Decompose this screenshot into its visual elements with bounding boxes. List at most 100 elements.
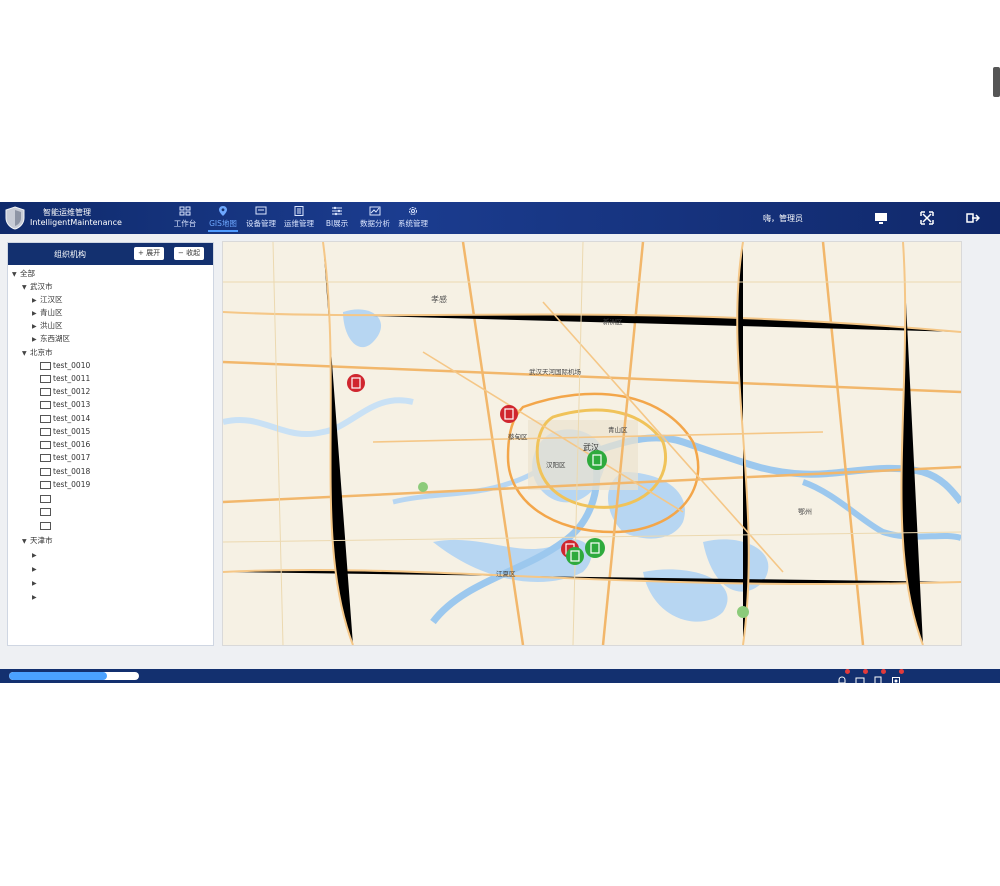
tree-node-device[interactable]: test_0019 xyxy=(40,479,90,491)
normal-device-marker[interactable] xyxy=(566,547,584,565)
tree-node-label: test_0018 xyxy=(53,467,91,476)
logout-icon[interactable] xyxy=(966,211,980,225)
tree-node-label: test_0013 xyxy=(53,400,91,409)
caret-right-icon: ▶ xyxy=(32,566,37,573)
tree-node-label: 武汉市 xyxy=(30,282,53,291)
collapse-all-label: 收起 xyxy=(186,249,201,257)
map-label-airport: 武汉天河国际机场 xyxy=(529,367,582,376)
map-label-xinzhou: 新洲区 xyxy=(603,317,623,326)
device-icon xyxy=(255,206,267,215)
tree-node-device[interactable]: test_0012 xyxy=(40,386,90,398)
app-name-cn: 智能运维管理 xyxy=(43,208,91,217)
nav-device-management[interactable]: 设备管理 xyxy=(242,202,280,234)
fullscreen-icon[interactable] xyxy=(920,211,934,225)
tree-node-device[interactable]: test_0016 xyxy=(40,439,90,451)
tree-node-city[interactable]: ▼ 北京市 xyxy=(22,347,53,359)
tree-node-device[interactable]: test_0010 xyxy=(40,360,90,372)
tree-node-device[interactable]: test_0014 xyxy=(40,413,90,425)
tree-node-device[interactable]: test_0017 xyxy=(40,452,90,464)
tree-node-label: 全部 xyxy=(20,269,35,278)
caret-right-icon: ▶ xyxy=(32,323,37,330)
normal-device-marker[interactable] xyxy=(585,538,605,558)
nav-system-management[interactable]: 系统管理 xyxy=(394,202,432,234)
nav-gis-map-label: GIS地图 xyxy=(209,219,237,228)
caret-down-icon: ▼ xyxy=(22,284,27,291)
tree-node-device[interactable] xyxy=(40,520,53,532)
tree-node-device[interactable]: test_0018 xyxy=(40,466,90,478)
device-icon xyxy=(40,441,51,449)
message-icon[interactable] xyxy=(855,669,868,685)
tree-node-device[interactable] xyxy=(40,493,53,505)
shield-logo-icon xyxy=(5,206,25,230)
task-icon[interactable] xyxy=(873,669,886,686)
collapse-all-button[interactable]: − 收起 xyxy=(174,247,205,260)
tree-node-district[interactable]: ▶ 洪山区 xyxy=(32,320,63,332)
caret-right-icon: ▶ xyxy=(32,580,37,587)
nav-gis-map[interactable]: GIS地图 xyxy=(204,202,242,234)
device-icon xyxy=(40,495,51,503)
top-navigation-bar: 智能运维管理 IntelligentMaintenance 工作台 GIS地图 … xyxy=(0,202,1000,234)
map-label-ezhou: 鄂州 xyxy=(798,507,812,516)
device-icon xyxy=(40,481,51,489)
app-name-en: IntelligentMaintenance xyxy=(30,218,122,227)
alarm-bell-icon[interactable] xyxy=(837,669,850,685)
expand-all-label: 展开 xyxy=(146,249,161,257)
tree-node-district[interactable]: ▶ 江汉区 xyxy=(32,294,63,306)
tree-node-district[interactable]: ▶ 东西湖区 xyxy=(32,333,70,345)
tree-node-label: test_0019 xyxy=(53,480,91,489)
device-icon xyxy=(40,454,51,462)
normal-device-marker[interactable] xyxy=(587,450,607,470)
map-pin-icon xyxy=(219,206,227,216)
org-tree-header: 组织机构 + 展开 − 收起 xyxy=(8,243,213,265)
tree-node-label: test_0015 xyxy=(53,427,91,436)
tree-node-root[interactable]: ▼ 全部 xyxy=(12,268,35,280)
device-icon xyxy=(40,415,51,423)
org-tree-panel: 组织机构 + 展开 − 收起 ▼ 全部 ▼ 武汉市 ▶ 江汉区 ▶ 青山区 ▶ 洪山区 ▶… xyxy=(7,242,214,646)
nav-workbench-label: 工作台 xyxy=(173,219,197,228)
caret-down-icon: ▼ xyxy=(12,271,17,278)
monitor-icon[interactable] xyxy=(874,211,888,225)
nav-data-analysis-label: 数据分析 xyxy=(360,219,390,228)
alarm-device-marker[interactable] xyxy=(347,374,365,392)
expand-all-button[interactable]: + 展开 xyxy=(134,247,165,260)
tree-node-label: 青山区 xyxy=(40,308,63,317)
user-greeting[interactable]: 嗨，管理员 xyxy=(763,213,803,224)
nav-bi-display[interactable]: BI展示 xyxy=(318,202,356,234)
chart-icon xyxy=(369,206,381,216)
tree-node-device[interactable]: test_0013 xyxy=(40,399,90,411)
map-label-xiaogan: 孝感 xyxy=(431,294,447,304)
tree-node-district[interactable]: ▶ xyxy=(32,591,40,603)
nav-workbench[interactable]: 工作台 xyxy=(166,202,204,234)
tree-node-district[interactable]: ▶ 青山区 xyxy=(32,307,63,319)
tree-node-label: 天津市 xyxy=(30,536,53,545)
gis-map[interactable]: 孝感 武汉天河国际机场 武汉 汉阳区 青山区 蔡甸区 新洲区 江夏区 鄂州 xyxy=(222,241,962,646)
nav-maintenance-management[interactable]: 运维管理 xyxy=(280,202,318,234)
tree-node-district[interactable]: ▶ xyxy=(32,577,40,589)
nav-bi-display-label: BI展示 xyxy=(325,219,349,228)
tree-node-device[interactable]: test_0011 xyxy=(40,373,90,385)
map-canvas[interactable]: 孝感 武汉天河国际机场 武汉 汉阳区 青山区 蔡甸区 新洲区 江夏区 鄂州 xyxy=(223,242,961,645)
org-tree-title: 组织机构 xyxy=(54,250,86,259)
caret-right-icon: ▶ xyxy=(32,552,37,559)
progress-bar xyxy=(9,672,139,680)
tree-node-label: 江汉区 xyxy=(40,295,63,304)
tree-node-device[interactable] xyxy=(40,506,53,518)
tree-node-label: test_0010 xyxy=(53,361,91,370)
nav-maintenance-management-label: 运维管理 xyxy=(284,219,314,228)
notice-icon[interactable] xyxy=(891,669,904,685)
tree-node-label: test_0012 xyxy=(53,387,91,396)
tree-node-district[interactable]: ▶ xyxy=(32,549,40,561)
tree-node-label: test_0016 xyxy=(53,440,91,449)
tree-node-district[interactable]: ▶ xyxy=(32,563,40,575)
caret-down-icon: ▼ xyxy=(22,538,27,545)
tree-node-city[interactable]: ▼ 天津市 xyxy=(22,535,53,547)
map-zoom-handle[interactable] xyxy=(993,67,1000,97)
app-window: 智能运维管理 IntelligentMaintenance 工作台 GIS地图 … xyxy=(0,202,1000,686)
tree-node-city[interactable]: ▼ 武汉市 xyxy=(22,281,53,293)
status-bar xyxy=(0,669,1000,686)
nav-device-management-label: 设备管理 xyxy=(246,219,276,228)
alarm-device-marker[interactable] xyxy=(500,405,518,423)
tree-node-device[interactable]: test_0015 xyxy=(40,426,90,438)
nav-data-analysis[interactable]: 数据分析 xyxy=(356,202,394,234)
map-label-caidian: 蔡甸区 xyxy=(508,432,528,441)
